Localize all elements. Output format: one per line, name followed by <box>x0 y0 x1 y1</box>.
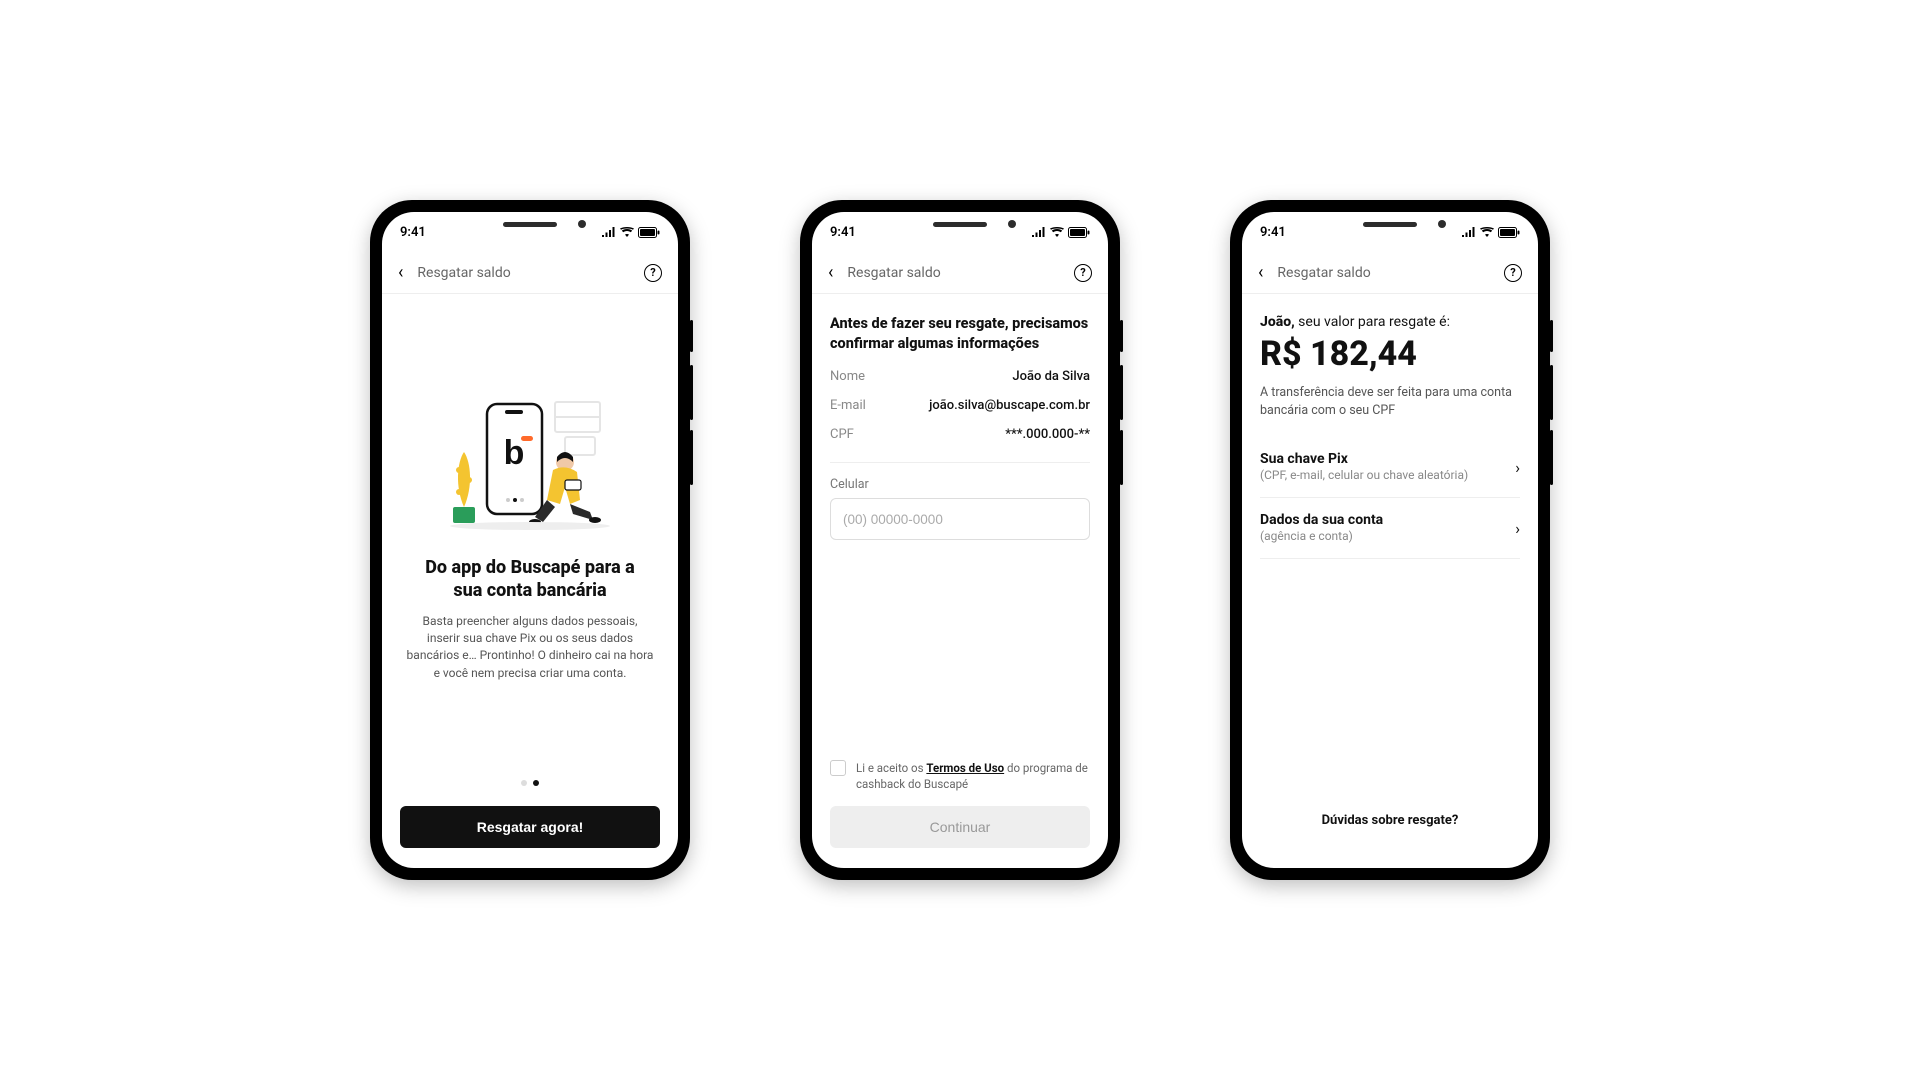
help-icon[interactable]: ? <box>1074 264 1092 282</box>
phone-mockup-2: 9:41 ‹ Resgatar saldo ? Antes de fazer s… <box>800 200 1120 880</box>
status-time: 9:41 <box>1260 225 1286 240</box>
onboarding-body: Basta preencher alguns dados pessoais, i… <box>400 613 660 683</box>
status-time: 9:41 <box>830 225 856 240</box>
back-icon[interactable]: ‹ <box>828 262 833 283</box>
svg-text:b: b <box>504 434 525 472</box>
onboarding-illustration: b <box>435 392 625 532</box>
terms-row: Li e aceito os Termos de Uso do programa… <box>830 760 1090 792</box>
option-pix-title: Sua chave Pix <box>1260 451 1468 467</box>
onboarding-heading: Do app do Buscapé para a sua conta bancá… <box>400 556 660 603</box>
signal-icon <box>1461 227 1476 237</box>
option-pix-subtitle: (CPF, e-mail, celular ou chave aleatória… <box>1260 467 1468 483</box>
status-icons <box>1461 227 1520 238</box>
option-bank-subtitle: (agência e conta) <box>1260 528 1383 544</box>
cpf-label: CPF <box>830 427 854 442</box>
wifi-icon <box>1050 227 1064 237</box>
transfer-note: A transferência deve ser feita para uma … <box>1260 384 1520 419</box>
redeem-amount: R$ 182,44 <box>1260 334 1520 374</box>
email-label: E-mail <box>830 398 866 413</box>
terms-checkbox[interactable] <box>830 760 846 776</box>
help-icon[interactable]: ? <box>1504 264 1522 282</box>
greeting-name: João, <box>1260 314 1295 330</box>
terms-link[interactable]: Termos de Uso <box>926 761 1004 775</box>
nav-bar: ‹ Resgatar saldo ? <box>812 252 1108 294</box>
cpf-value: ***.000.000-** <box>1005 427 1090 442</box>
chevron-right-icon: › <box>1515 519 1520 538</box>
status-time: 9:41 <box>400 225 426 240</box>
info-row-email: E-mail joão.silva@buscape.com.br <box>830 398 1090 413</box>
nav-bar: ‹ Resgatar saldo ? <box>1242 252 1538 294</box>
signal-icon <box>601 227 616 237</box>
option-bank-title: Dados da sua conta <box>1260 512 1383 528</box>
phone-field-label: Celular <box>830 477 1090 492</box>
wifi-icon <box>1480 227 1494 237</box>
signal-icon <box>1031 227 1046 237</box>
battery-icon <box>1068 227 1090 238</box>
info-row-name: Nome João da Silva <box>830 369 1090 384</box>
phone-input[interactable] <box>830 498 1090 540</box>
info-row-cpf: CPF ***.000.000-** <box>830 427 1090 442</box>
back-icon[interactable]: ‹ <box>1258 262 1263 283</box>
phone-mockup-3: 9:41 ‹ Resgatar saldo ? João, seu valor … <box>1230 200 1550 880</box>
battery-icon <box>1498 227 1520 238</box>
terms-text: Li e aceito os Termos de Uso do programa… <box>856 760 1090 792</box>
email-value: joão.silva@buscape.com.br <box>929 398 1090 413</box>
redeem-now-button[interactable]: Resgatar agora! <box>400 806 660 848</box>
status-bar: 9:41 <box>812 212 1108 252</box>
status-bar: 9:41 <box>1242 212 1538 252</box>
nav-title: Resgatar saldo <box>847 265 1060 281</box>
confirm-heading: Antes de fazer seu resgate, precisamos c… <box>830 314 1090 353</box>
back-icon[interactable]: ‹ <box>398 262 403 283</box>
continue-button[interactable]: Continuar <box>830 806 1090 848</box>
faq-link[interactable]: Dúvidas sobre resgate? <box>1260 813 1520 828</box>
status-icons <box>601 227 660 238</box>
name-value: João da Silva <box>1012 369 1090 384</box>
chevron-right-icon: › <box>1515 458 1520 477</box>
wifi-icon <box>620 227 634 237</box>
status-icons <box>1031 227 1090 238</box>
phone-mockup-1: 9:41 ‹ Resgatar saldo ? <box>370 200 690 880</box>
nav-title: Resgatar saldo <box>1277 265 1490 281</box>
divider <box>830 462 1090 463</box>
name-label: Nome <box>830 369 865 384</box>
page-indicator <box>400 780 660 786</box>
nav-title: Resgatar saldo <box>417 265 630 281</box>
greeting: João, seu valor para resgate é: <box>1260 314 1520 330</box>
nav-bar: ‹ Resgatar saldo ? <box>382 252 678 294</box>
help-icon[interactable]: ? <box>644 264 662 282</box>
option-bank[interactable]: Dados da sua conta (agência e conta) › <box>1260 498 1520 559</box>
option-pix[interactable]: Sua chave Pix (CPF, e-mail, celular ou c… <box>1260 437 1520 498</box>
battery-icon <box>638 227 660 238</box>
status-bar: 9:41 <box>382 212 678 252</box>
